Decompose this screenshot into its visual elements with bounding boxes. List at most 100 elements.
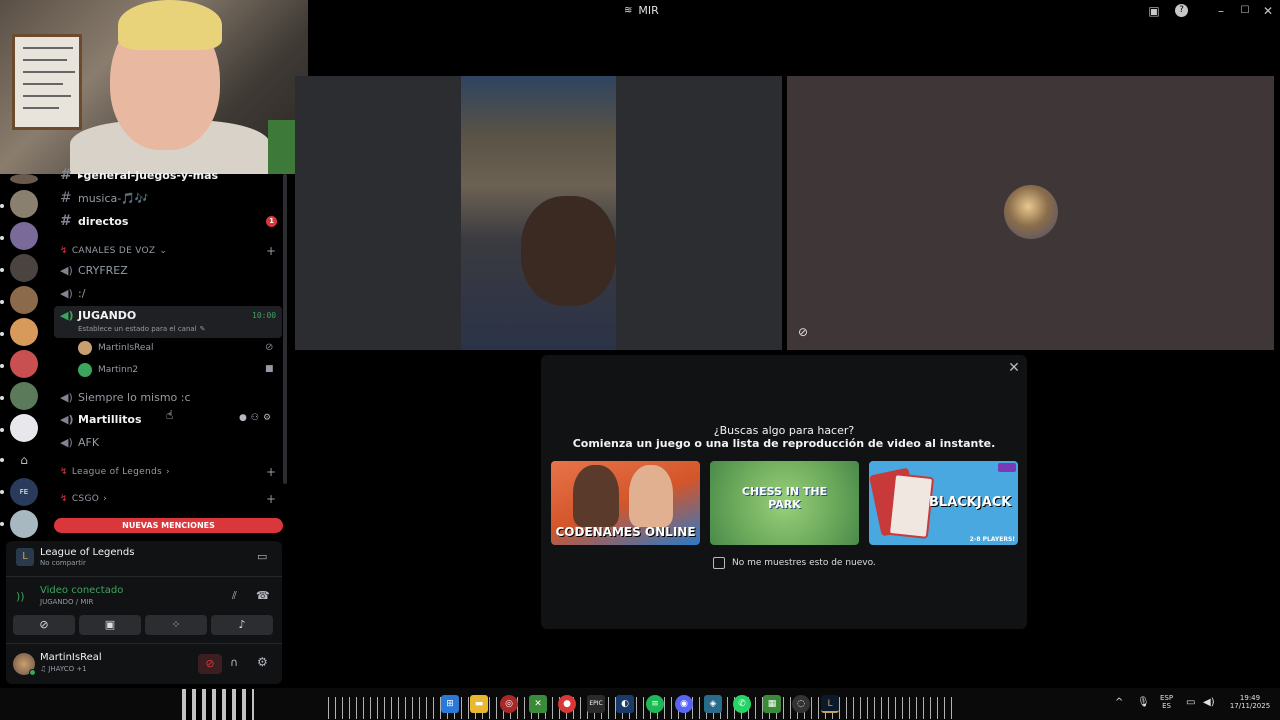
xbox-icon[interactable]: ✕ — [529, 695, 547, 713]
new-mentions-button[interactable]: NUEVAS MENCIONES — [54, 518, 283, 533]
user-status: ♫ JHAYCO +1 — [40, 665, 87, 673]
chevron-up-icon[interactable]: ^ — [1115, 697, 1123, 708]
add-channel-icon[interactable]: + — [266, 492, 276, 506]
screen-share-button[interactable]: ▣ — [79, 615, 141, 635]
video-feed — [461, 76, 616, 350]
audio-visualizer — [328, 697, 958, 719]
camera-off-icon: ⊘ — [39, 618, 49, 631]
noise-suppression-icon[interactable]: ⫽ — [232, 589, 237, 603]
app-icon[interactable]: ◈ — [704, 695, 722, 713]
language-indicator[interactable]: ESP ES — [1160, 694, 1173, 710]
app-icon[interactable]: ● — [558, 695, 576, 713]
disconnect-icon[interactable]: ☎ — [256, 589, 270, 602]
voice-channel-afk[interactable]: ◀) AFK — [60, 431, 99, 453]
chat-icon[interactable]: ● — [239, 413, 247, 423]
close-icon[interactable]: ✕ — [1006, 360, 1022, 376]
obs-icon[interactable]: ◌ — [792, 695, 810, 713]
title-bar — [308, 0, 1280, 22]
avatar — [78, 363, 92, 377]
clock[interactable]: 19:49 17/11/2025 — [1225, 694, 1275, 710]
close-window-icon[interactable]: ✕ — [1260, 3, 1276, 19]
minecraft-icon[interactable]: ▦ — [763, 695, 781, 713]
channel-general[interactable]: # ▸general-juegos-y-mas — [60, 165, 218, 185]
server-icon[interactable]: ⌂ — [10, 446, 38, 474]
server-icon[interactable] — [10, 350, 38, 378]
voice-status-subtitle[interactable]: JUGANDO / MIR — [40, 598, 93, 606]
voice-channel-cryfrez[interactable]: ◀) CRYFREZ — [60, 259, 128, 281]
stream-icon[interactable]: ▭ — [257, 550, 267, 563]
spotify-icon[interactable]: ≡ — [646, 695, 664, 713]
text-channel-icon: # — [60, 190, 72, 206]
voice-channel-slash[interactable]: ◀) :/ — [60, 282, 85, 304]
voice-channel-martillitos[interactable]: ◀) Martillitos — [60, 408, 142, 430]
voice-member[interactable]: Martinn2 — [78, 360, 138, 380]
category-csgo[interactable]: ↯ CSGO › — [60, 494, 107, 504]
server-icon[interactable] — [10, 254, 38, 282]
dont-show-checkbox[interactable] — [713, 557, 725, 569]
category-voice[interactable]: ↯ CANALES DE VOZ ⌄ — [60, 246, 167, 256]
inbox-icon[interactable]: ▣ — [1146, 3, 1162, 19]
minimize-icon[interactable]: – — [1213, 3, 1229, 19]
server-icon[interactable] — [10, 318, 38, 346]
speaker-icon: ◀) — [60, 286, 73, 300]
unread-dot — [0, 332, 4, 336]
speaker-title-icon: ≋ — [624, 5, 633, 16]
channel-directos[interactable]: # directos — [60, 210, 128, 232]
voice-status-title[interactable]: Video conectado — [40, 585, 123, 596]
server-icon[interactable] — [10, 510, 38, 538]
activities-icon: ⁘ — [171, 618, 181, 631]
panel-divider — [6, 643, 282, 644]
network-icon[interactable]: ▭ — [1186, 697, 1195, 708]
channel-musica[interactable]: # musica-🎵🎶 — [60, 187, 149, 209]
headphones-icon[interactable]: ∩ — [230, 656, 238, 669]
server-icon[interactable] — [10, 414, 38, 442]
participant-avatar — [1004, 185, 1058, 239]
activities-button[interactable]: ⁘ — [145, 615, 207, 635]
username[interactable]: MartinIsReal — [40, 652, 102, 663]
unread-dot — [0, 396, 4, 400]
app-icon[interactable]: ◎ — [500, 695, 518, 713]
server-icon[interactable] — [10, 382, 38, 410]
server-icon[interactable] — [10, 174, 38, 184]
add-channel-icon[interactable]: + — [266, 465, 276, 479]
flame-icon: ↯ — [60, 467, 68, 477]
camera-off-button[interactable]: ⊘ — [13, 615, 75, 635]
steam-icon[interactable]: ◐ — [616, 695, 634, 713]
mention-badge: 1 — [266, 216, 277, 227]
league-taskbar-icon[interactable]: L — [821, 695, 839, 713]
windows-start-icon[interactable]: ⊞ — [441, 695, 459, 713]
discord-icon[interactable]: ◉ — [675, 695, 693, 713]
unread-dot — [0, 458, 4, 462]
channel-status[interactable]: Establece un estado para el canal ✎ — [78, 325, 206, 333]
server-icon[interactable]: FE — [10, 478, 38, 506]
file-explorer-icon[interactable]: ▬ — [470, 695, 488, 713]
channel-scrollbar[interactable] — [283, 174, 287, 484]
chevron-right-icon: › — [103, 494, 108, 504]
game-codenames[interactable]: CODENAMES ONLINE — [551, 461, 700, 545]
user-settings-icon[interactable]: ⚙ — [257, 655, 268, 669]
voice-member[interactable]: MartinIsReal — [78, 338, 153, 358]
soundboard-button[interactable]: ♪ — [211, 615, 273, 635]
game-blackjack[interactable]: BLACKJACK 2-8 PLAYERS! — [869, 461, 1018, 545]
mute-mic-button[interactable]: ⊘ — [198, 654, 222, 674]
epic-games-icon[interactable]: EPIC — [587, 695, 605, 713]
category-league[interactable]: ↯ League of Legends › — [60, 467, 170, 477]
activity-subtitle: No compartir — [40, 559, 86, 567]
settings-icon[interactable]: ⚙ — [263, 413, 271, 423]
game-chess[interactable]: CHESS IN THE PARK — [710, 461, 859, 545]
invite-icon[interactable]: ⚇ — [251, 413, 259, 423]
whatsapp-icon[interactable]: ✆ — [733, 695, 751, 713]
avatar — [78, 341, 92, 355]
music-icon: ♫ — [40, 665, 47, 673]
server-icon[interactable] — [10, 190, 38, 218]
voice-channel-siempre[interactable]: ◀) Siempre lo mismo :c — [60, 386, 191, 408]
help-icon[interactable]: ? — [1175, 4, 1188, 17]
maximize-icon[interactable]: ☐ — [1237, 3, 1253, 19]
voice-channel-jugando[interactable]: ◀) JUGANDO — [60, 304, 136, 326]
muted-icon: ⊘ — [265, 342, 274, 353]
microphone-icon[interactable]: 🎙 — [1137, 697, 1150, 708]
add-channel-icon[interactable]: + — [266, 244, 276, 258]
server-icon[interactable] — [10, 286, 38, 314]
server-icon[interactable] — [10, 222, 38, 250]
volume-icon[interactable]: ◀) — [1203, 697, 1215, 708]
